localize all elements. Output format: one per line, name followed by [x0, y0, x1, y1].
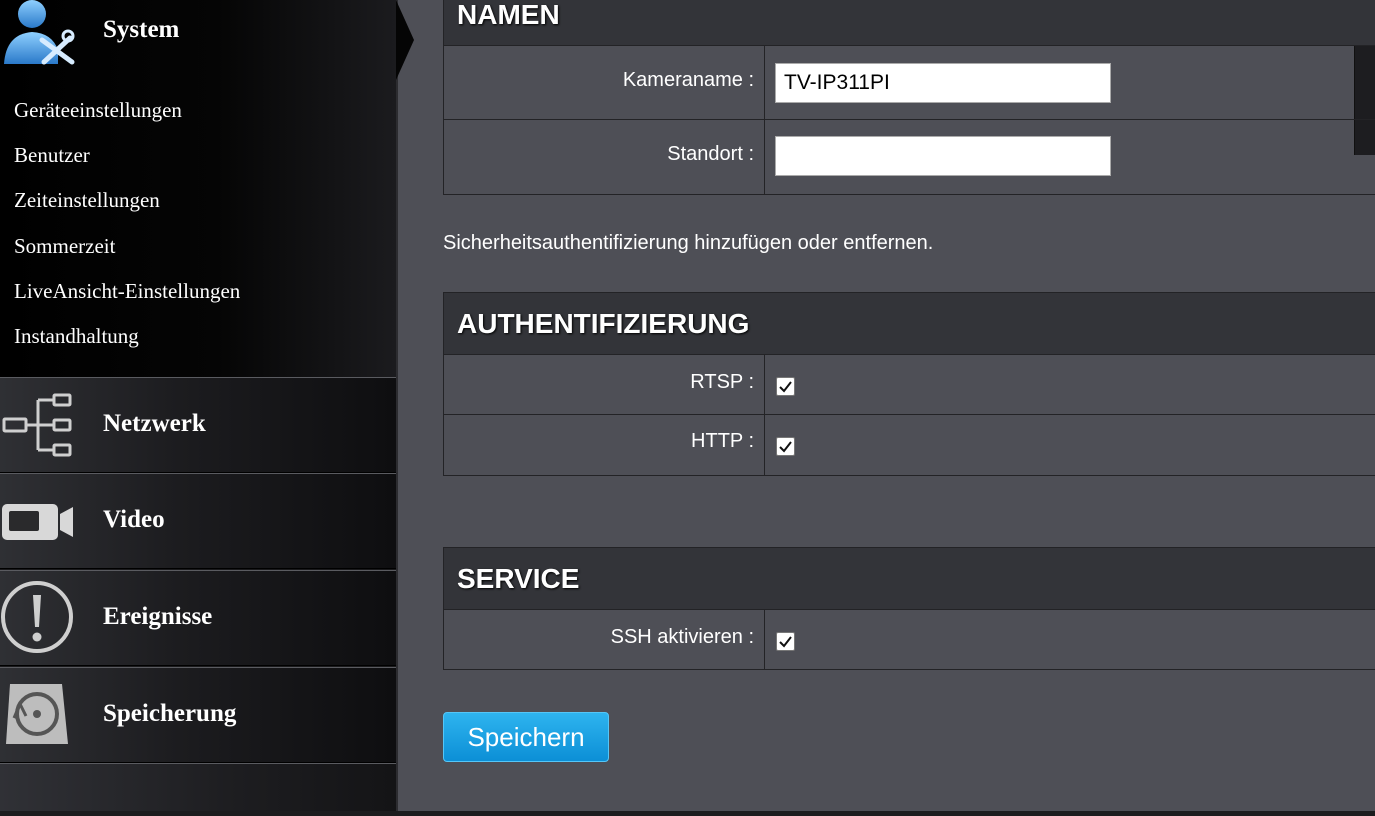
exclamation-icon: [0, 581, 76, 655]
http-checkbox[interactable]: [776, 437, 795, 456]
sidebar-item-geraeteeinstellungen[interactable]: Geräteeinstellungen: [14, 98, 182, 123]
sidebar-footer: [0, 763, 396, 816]
network-tree-icon: [0, 388, 76, 462]
sidebar-item-video[interactable]: Video: [0, 473, 396, 569]
ssh-checkbox[interactable]: [776, 632, 795, 651]
names-panel-title: NAMEN: [457, 0, 560, 30]
names-panel: NAMEN Kameraname : Standort :: [443, 0, 1375, 195]
service-panel-header: SERVICE: [444, 548, 1375, 610]
camera-name-label: Kameraname :: [444, 46, 765, 119]
active-indicator-arrow: [396, 0, 414, 80]
rtsp-label: RTSP :: [444, 355, 765, 414]
sidebar-item-zeiteinstellungen[interactable]: Zeiteinstellungen: [14, 188, 160, 213]
sidebar-item-ereignisse[interactable]: Ereignisse: [0, 570, 396, 666]
camera-name-input[interactable]: [775, 63, 1111, 103]
auth-panel: AUTHENTIFIZIERUNG RTSP : HTTP :: [443, 292, 1375, 476]
sidebar-item-speicherung[interactable]: Speicherung: [0, 667, 396, 763]
save-button[interactable]: Speichern: [443, 712, 609, 762]
rtsp-row: RTSP :: [444, 355, 1375, 415]
auth-panel-header: AUTHENTIFIZIERUNG: [444, 293, 1375, 355]
ssh-row: SSH aktivieren :: [444, 610, 1375, 670]
sidebar-item-sommerzeit[interactable]: Sommerzeit: [14, 234, 115, 259]
names-panel-header: NAMEN: [444, 0, 1375, 46]
sidebar-item-liveansicht[interactable]: LiveAnsicht-Einstellungen: [14, 279, 240, 304]
sidebar-ereignisse-label: Ereignisse: [103, 603, 213, 630]
ssh-label: SSH aktivieren :: [444, 610, 765, 669]
http-label: HTTP :: [444, 415, 765, 475]
user-wrench-icon: [2, 0, 76, 66]
camera-name-row: Kameraname :: [444, 46, 1375, 120]
location-input[interactable]: [775, 136, 1111, 176]
rtsp-checkbox[interactable]: [776, 377, 795, 396]
sidebar-video-label: Video: [103, 506, 165, 533]
service-panel: SERVICE SSH aktivieren :: [443, 547, 1375, 670]
service-panel-title: SERVICE: [457, 563, 580, 594]
location-row: Standort :: [444, 120, 1375, 195]
bottom-border: [0, 811, 1375, 816]
sidebar-netzwerk-label: Netzwerk: [103, 410, 206, 437]
checkmark-icon: [779, 636, 792, 648]
sidebar-item-netzwerk[interactable]: Netzwerk: [0, 377, 396, 473]
checkmark-icon: [779, 441, 792, 453]
auth-info-text: Sicherheitsauthentifizierung hinzufügen …: [443, 232, 934, 254]
sidebar-item-instandhaltung[interactable]: Instandhaltung: [14, 324, 139, 349]
video-camera-icon: [0, 484, 76, 558]
checkmark-icon: [779, 381, 792, 393]
system-section: System Geräteeinstellungen Benutzer Zeit…: [0, 0, 396, 377]
storage-disk-icon: [0, 678, 76, 752]
sidebar-speicherung-label: Speicherung: [103, 700, 237, 727]
auth-panel-title: AUTHENTIFIZIERUNG: [457, 308, 750, 339]
http-row: HTTP :: [444, 415, 1375, 476]
sidebar-item-benutzer[interactable]: Benutzer: [14, 143, 90, 168]
location-label: Standort :: [444, 120, 765, 194]
sidebar-system-label[interactable]: System: [103, 16, 179, 44]
sidebar: System Geräteeinstellungen Benutzer Zeit…: [0, 0, 414, 816]
